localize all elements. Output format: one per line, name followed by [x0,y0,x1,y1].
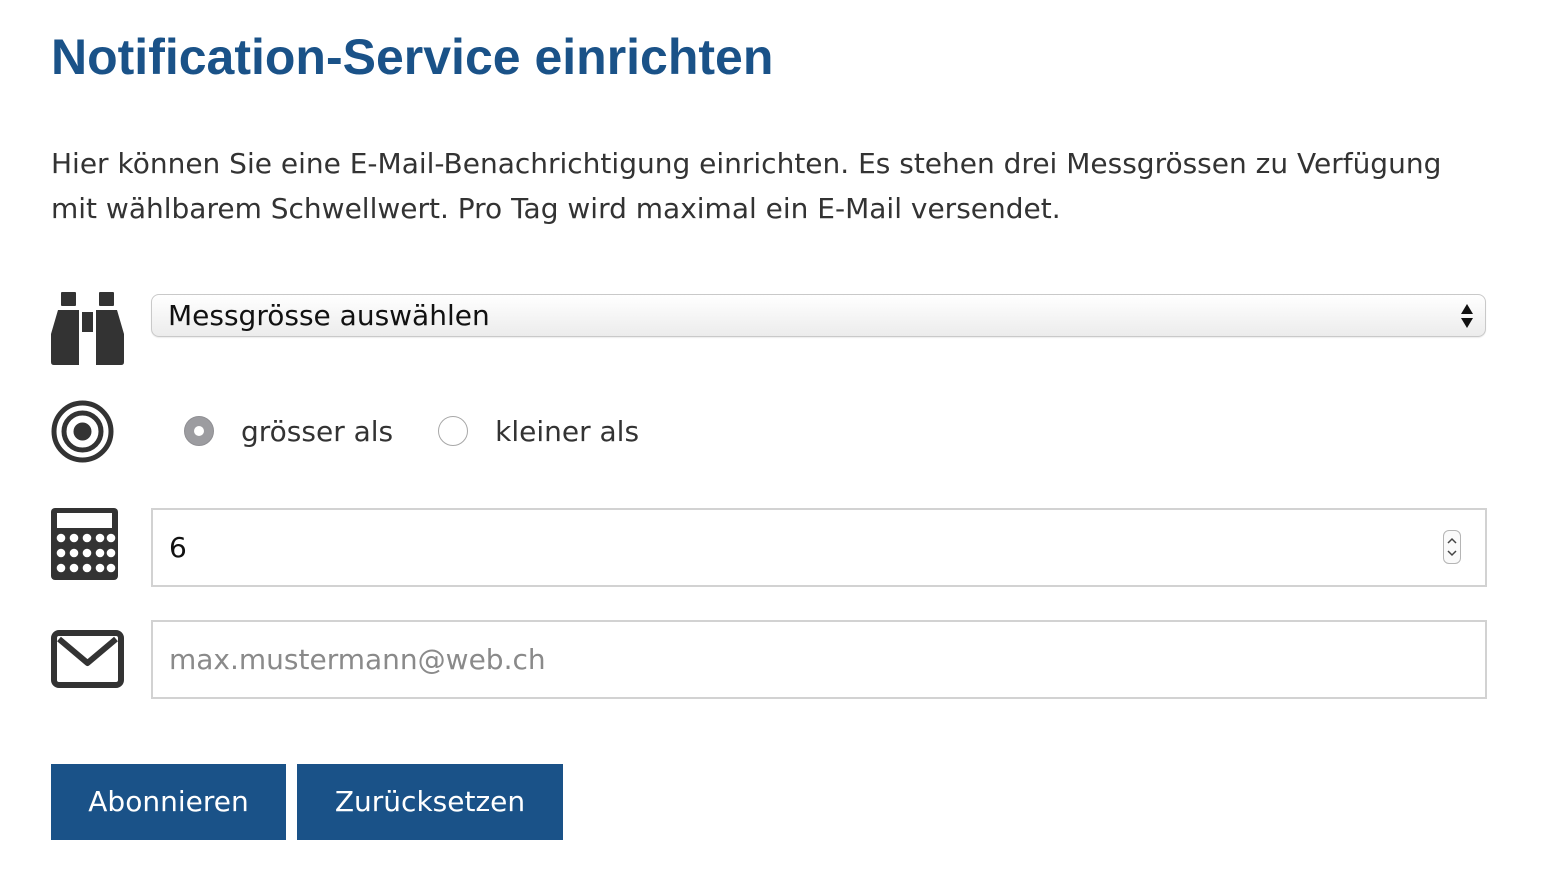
email-input[interactable] [169,622,1429,697]
number-spinner[interactable] [1443,530,1461,564]
radio-greater-than[interactable] [184,416,214,446]
reset-button[interactable]: Zurücksetzen [297,764,563,840]
page-title: Notification-Service einrichten [51,29,774,85]
envelope-icon [51,630,124,688]
radio-less-than-label[interactable]: kleiner als [495,415,639,448]
binoculars-icon [51,292,124,365]
notification-service-page: Notification-Service einrichten Hier kön… [0,0,1550,890]
radio-less-than[interactable] [438,416,469,446]
subscribe-button[interactable]: Abonnieren [51,764,286,840]
measure-select-value: Messgrösse auswählen [168,299,490,332]
measure-select[interactable]: Messgrösse auswählen [151,294,1486,337]
email-field [151,620,1487,699]
radio-greater-than-label[interactable]: grösser als [241,415,393,448]
threshold-input[interactable] [169,510,1429,585]
comparison-radio-group: grösser als kleiner als [184,408,639,454]
threshold-field [151,508,1487,587]
calculator-icon [51,508,118,580]
intro-text: Hier können Sie eine E-Mail-Benachrichti… [51,147,1442,225]
target-icon [51,400,114,463]
select-arrows-icon [1460,303,1474,333]
